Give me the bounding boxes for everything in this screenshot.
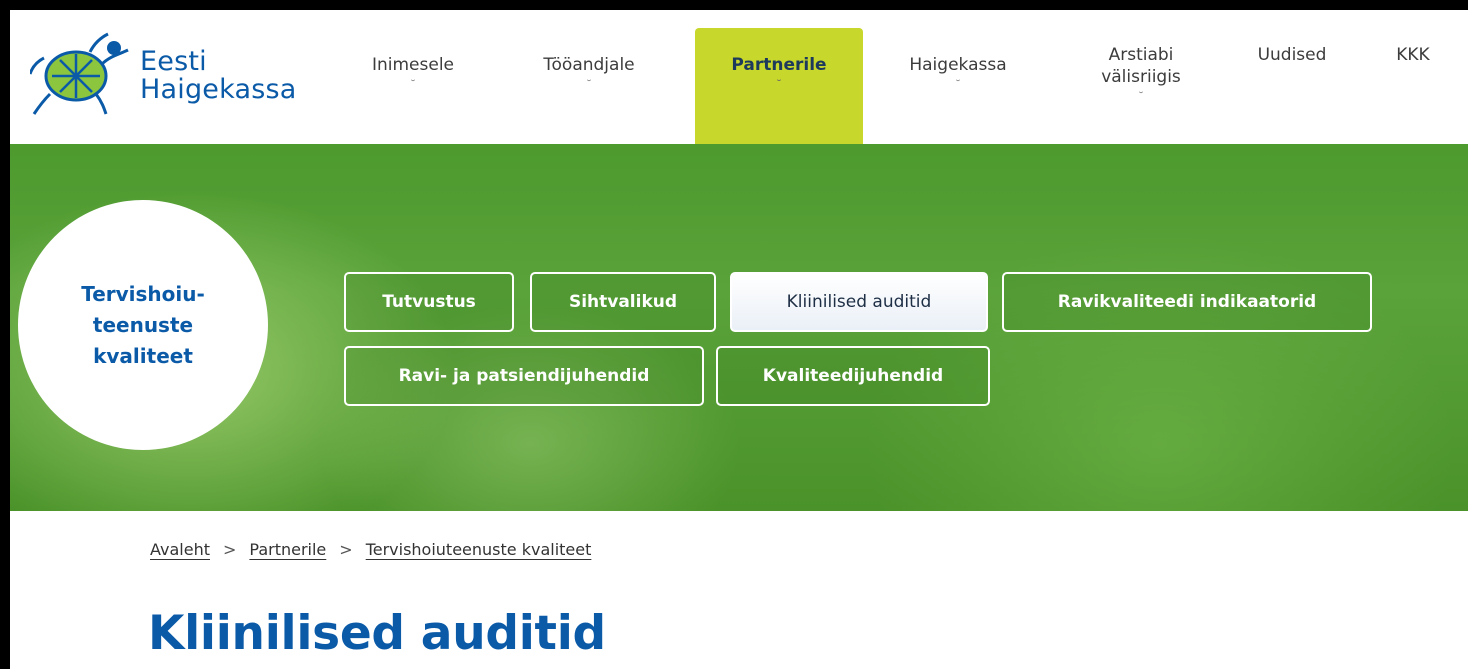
- section-title: Tervishoiu- teenuste kvaliteet: [81, 281, 205, 368]
- tab-label: Sihtvalikud: [568, 292, 678, 312]
- breadcrumb-separator: >: [222, 540, 237, 559]
- nav-label: Tööandjale: [543, 55, 635, 75]
- nav-label: Partnerile: [731, 55, 827, 75]
- tab-label: Ravi- ja patsiendijuhendid: [398, 366, 650, 386]
- tab-kvaliteedijuhendid[interactable]: Kvaliteedijuhendid: [716, 346, 990, 406]
- breadcrumb-separator: >: [339, 540, 353, 559]
- chevron-down-icon: ˘: [586, 78, 592, 91]
- breadcrumb-link-tervishoiuteenuste-kvaliteet[interactable]: Tervishoiuteenuste kvaliteet: [366, 540, 592, 559]
- nav-item-haigekassa[interactable]: Haigekassa ˘: [888, 28, 1028, 144]
- chevron-down-icon: ˘: [410, 78, 416, 91]
- tab-kliinilised-auditid[interactable]: Kliinilised auditid: [730, 272, 988, 332]
- nav-item-partnerile[interactable]: Partnerile ˘: [695, 28, 863, 144]
- tab-ravi-ja-patsiendijuhendid[interactable]: Ravi- ja patsiendijuhendid: [344, 346, 704, 406]
- nav-item-uudised[interactable]: Uudised: [1242, 28, 1342, 144]
- tab-label: Ravikvaliteedi indikaatorid: [1057, 292, 1317, 312]
- nav-item-tooandjale[interactable]: Tööandjale ˘: [524, 28, 654, 144]
- hero-banner: Tervishoiu- teenuste kvaliteet Tutvustus…: [10, 144, 1468, 511]
- tab-label: Kliinilised auditid: [786, 292, 932, 312]
- nav-item-kkk[interactable]: KKK: [1378, 28, 1448, 144]
- tab-label: Tutvustus: [382, 292, 476, 312]
- breadcrumb-link-avaleht[interactable]: Avaleht: [150, 540, 210, 559]
- tab-sihtvalikud[interactable]: Sihtvalikud: [530, 272, 716, 332]
- nav-label: Arstiabi välisriigis: [1101, 45, 1181, 87]
- site-header: Eesti Haigekassa Inimesele ˘ Tööandjale …: [10, 10, 1468, 144]
- page-title: Kliinilised auditid: [148, 606, 606, 661]
- nav-label: Uudised: [1257, 45, 1327, 65]
- chevron-down-icon: ˘: [955, 78, 961, 91]
- page: Eesti Haigekassa Inimesele ˘ Tööandjale …: [10, 10, 1468, 669]
- brand-line-2: Haigekassa: [140, 74, 297, 105]
- nav-label: Inimesele: [371, 55, 455, 75]
- nav-label: Haigekassa: [909, 55, 1007, 75]
- nav-label: KKK: [1396, 45, 1430, 65]
- tab-ravikvaliteedi-indikaatorid[interactable]: Ravikvaliteedi indikaatorid: [1002, 272, 1372, 332]
- breadcrumb: Avaleht > Partnerile > Tervishoiuteenust…: [150, 540, 591, 559]
- site-logo[interactable]: Eesti Haigekassa: [30, 28, 320, 118]
- nav-item-arstiabi-valisriigis[interactable]: Arstiabi välisriigis ˘: [1076, 28, 1206, 144]
- section-title-badge: Tervishoiu- teenuste kvaliteet: [18, 200, 268, 450]
- chevron-down-icon: ˘: [1138, 90, 1144, 103]
- brand-name: Eesti Haigekassa: [140, 48, 297, 104]
- nav-item-inimesele[interactable]: Inimesele ˘: [358, 28, 468, 144]
- tab-tutvustus[interactable]: Tutvustus: [344, 272, 514, 332]
- turtle-logo-icon: [30, 32, 129, 115]
- tab-label: Kvaliteedijuhendid: [762, 366, 944, 386]
- breadcrumb-link-partnerile[interactable]: Partnerile: [249, 540, 326, 559]
- brand-line-1: Eesti: [140, 46, 207, 77]
- chevron-down-icon: ˘: [776, 78, 782, 91]
